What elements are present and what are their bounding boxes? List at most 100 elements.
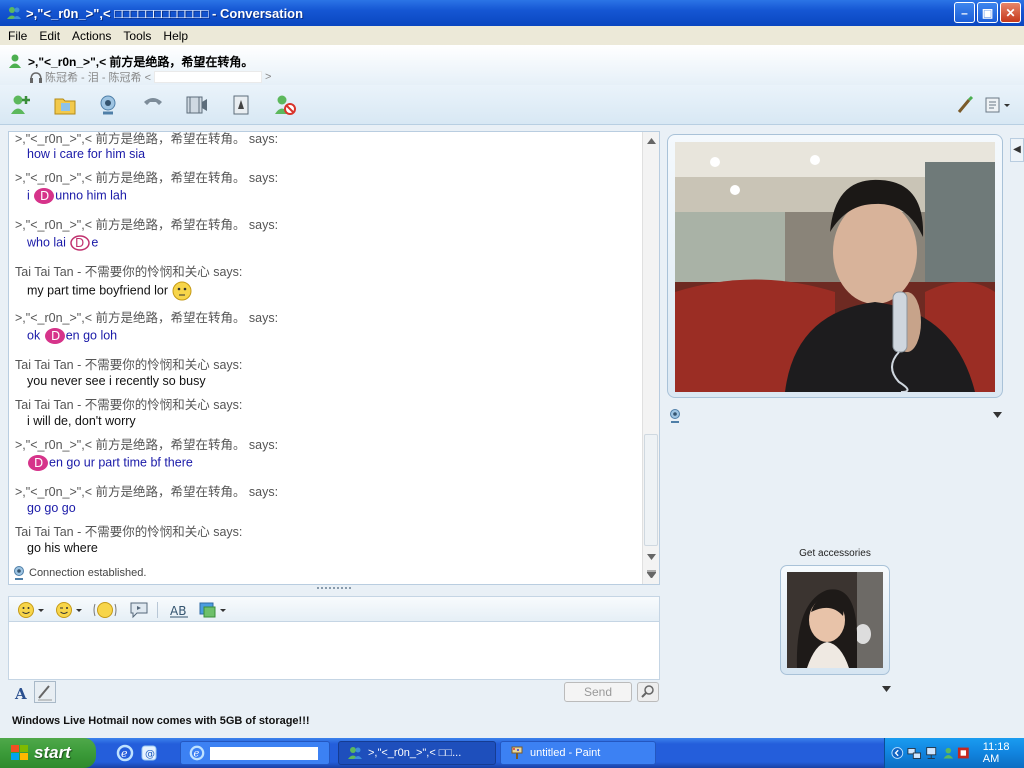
message-text: i Dunno him lah: [27, 187, 127, 205]
menu-edit[interactable]: Edit: [33, 29, 66, 43]
send-files-icon[interactable]: [52, 93, 78, 117]
font-ab-icon[interactable]: AB: [169, 601, 191, 619]
block-contact-icon[interactable]: [272, 93, 298, 117]
menu-help[interactable]: Help: [157, 29, 194, 43]
chat-scrollbar[interactable]: [642, 132, 659, 584]
custom-d-emoticon: D: [28, 455, 48, 471]
message-sender: Tai Tai Tan - 不需要你的怜悯和关心 says:: [15, 265, 243, 279]
svg-text:D: D: [51, 329, 60, 343]
minimize-button[interactable]: –: [954, 2, 975, 23]
webcam-small-icon[interactable]: [669, 409, 681, 423]
headphones-icon: [30, 71, 42, 83]
toolbar-divider: [157, 602, 158, 618]
contact-email-redacted: [154, 71, 263, 83]
collapse-pane-button[interactable]: ◀: [1010, 138, 1024, 162]
message-sender: >,"<_r0n_>",< 前方是绝路，希望在转角。 says:: [15, 311, 279, 325]
start-button[interactable]: start: [0, 738, 96, 768]
font-icon[interactable]: A: [12, 683, 32, 703]
chat-history[interactable]: >,"<_r0n_>",< 前方是绝路，希望在转角。 says: how i c…: [8, 131, 660, 585]
clock[interactable]: 11:18 AM: [983, 741, 1024, 765]
message-sender: >,"<_r0n_>",< 前方是绝路，希望在转角。 says:: [15, 171, 279, 185]
network-icon-2[interactable]: [924, 745, 938, 761]
outlook-quicklaunch-icon[interactable]: @: [140, 744, 158, 762]
tray-collapse-icon[interactable]: [891, 746, 904, 760]
webcam-controls: [669, 408, 1003, 424]
ad-banner-text[interactable]: Windows Live Hotmail now comes with 5GB …: [12, 715, 310, 727]
activities-icon[interactable]: [184, 93, 210, 117]
taskbar-item-paint[interactable]: untitled - Paint: [500, 741, 656, 765]
antivirus-tray-icon[interactable]: [957, 745, 970, 761]
scroll-thumb[interactable]: [644, 434, 658, 546]
contact-sub-end: >: [265, 71, 272, 83]
menu-file[interactable]: File: [2, 29, 33, 43]
paintbrush-icon[interactable]: [952, 93, 978, 117]
messenger-tray-icon[interactable]: [942, 745, 955, 761]
scroll-end-icon[interactable]: [647, 570, 656, 578]
webcam-video: [667, 134, 1003, 398]
send-button[interactable]: Send: [564, 682, 632, 702]
ie-icon: e: [189, 745, 205, 761]
scroll-up-icon[interactable]: [647, 138, 656, 144]
splitter-grip[interactable]: [317, 587, 351, 590]
network-icon[interactable]: [907, 745, 921, 761]
message-sender: >,"<_r0n_>",< 前方是绝路，希望在转角。 says:: [15, 218, 279, 232]
scroll-down-icon[interactable]: [647, 554, 656, 560]
webcam-menu-arrow-icon[interactable]: [993, 412, 1002, 418]
message-sender: >,"<_r0n_>",< 前方是绝路，希望在转角。 says:: [15, 438, 279, 452]
message-text-post: e: [91, 235, 99, 250]
message-sender: Tai Tai Tan - 不需要你的怜悯和关心 says:: [15, 525, 243, 539]
quick-launch: e @: [116, 744, 158, 762]
wink-picker-icon[interactable]: [55, 601, 83, 619]
maximize-button[interactable]: ▣: [977, 2, 998, 23]
message-text-pre: ok: [27, 328, 44, 343]
display-picture-image: [787, 572, 883, 668]
display-picture-menu-arrow-icon[interactable]: [882, 686, 891, 692]
message-text-pre: my part time boyfriend lor: [27, 283, 172, 298]
menu-tools[interactable]: Tools: [117, 29, 157, 43]
svg-text:D: D: [40, 189, 49, 203]
background-picker-icon[interactable]: [199, 600, 227, 620]
menu-actions[interactable]: Actions: [66, 29, 117, 43]
message-sender: >,"<_r0n_>",< 前方是绝路，希望在转角。 says:: [15, 485, 279, 499]
paint-icon: [511, 746, 523, 759]
webcam-image: [675, 142, 995, 392]
emoticon-picker-icon[interactable]: [17, 601, 45, 619]
window-title: >,"<_r0n_>",< □□□□□□□□□□□□ - Conversatio…: [26, 5, 304, 21]
get-accessories-link[interactable]: Get accessories: [780, 548, 890, 559]
message-text: i will de, don't worry: [27, 414, 136, 428]
nudge-icon[interactable]: [93, 600, 117, 620]
taskbar-item-ie[interactable]: e: [180, 741, 330, 765]
message-sender: Tai Tai Tan - 不需要你的怜悯和关心 says:: [15, 358, 243, 372]
voice-clip-icon[interactable]: [129, 601, 149, 619]
webcam-status-icon: [14, 566, 24, 580]
messenger-icon: [7, 7, 21, 19]
svg-text:D: D: [75, 236, 84, 250]
webcam-icon[interactable]: [96, 93, 122, 117]
svg-text:@: @: [145, 749, 155, 760]
games-icon[interactable]: [228, 93, 254, 117]
system-tray: 11:18 AM: [884, 738, 1024, 768]
taskbar-item-messenger[interactable]: >,"<_r0n_>",< □□...: [338, 741, 496, 765]
call-icon[interactable]: [140, 93, 166, 117]
ie-quicklaunch-icon[interactable]: e: [116, 744, 134, 762]
menu-bar: File Edit Actions Tools Help: [0, 26, 1024, 45]
message-sender: Tai Tai Tan - 不需要你的怜悯和关心 says:: [15, 398, 243, 412]
message-text: who lai De: [27, 234, 98, 252]
thinking-face-emoticon: [172, 281, 191, 301]
close-button[interactable]: ✕: [1000, 2, 1021, 23]
taskbar: start e @ e >,"<_r0n_>",< □□... untitled…: [0, 738, 1024, 768]
custom-d-outline-emoticon: D: [70, 235, 91, 251]
my-display-picture[interactable]: [780, 565, 890, 675]
taskbar-item-ie-redacted-label: [210, 746, 318, 760]
contact-name[interactable]: >,"<_r0n_>",< 前方是绝路，希望在转角。: [28, 53, 253, 70]
invite-contact-icon[interactable]: [8, 93, 34, 117]
taskbar-item-messenger-label: >,"<_r0n_>",< □□...: [368, 747, 462, 759]
compose-toolbar: AB: [8, 596, 660, 622]
handwriting-icon[interactable]: [34, 681, 56, 703]
message-input[interactable]: [8, 622, 660, 680]
show-menu-icon[interactable]: [982, 93, 1014, 117]
message-text-post: en go ur part time bf there: [49, 455, 193, 470]
taskbar-item-paint-label: untitled - Paint: [530, 747, 601, 759]
search-button[interactable]: [637, 682, 659, 702]
contact-status-icon: [9, 54, 21, 68]
